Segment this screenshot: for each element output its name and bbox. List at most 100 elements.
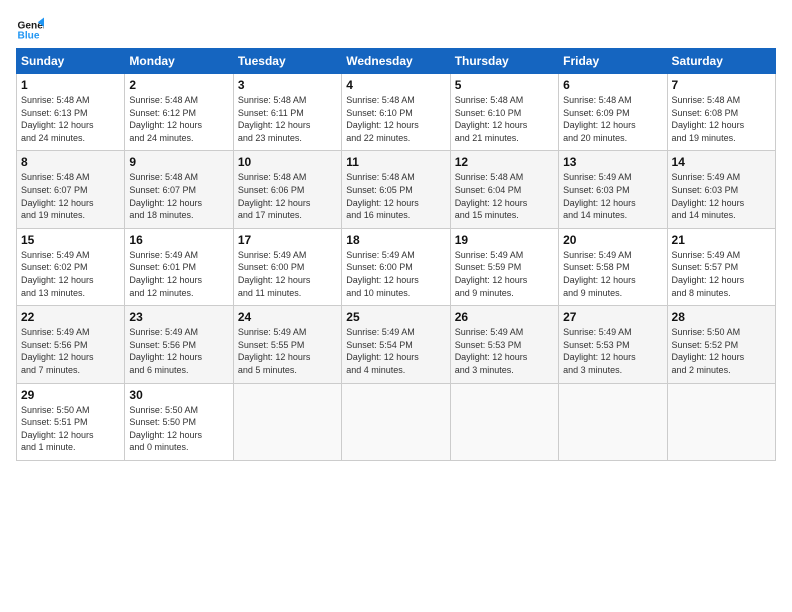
weekday-header-cell: Sunday: [17, 49, 125, 74]
day-info: Sunrise: 5:48 AM Sunset: 6:07 PM Dayligh…: [129, 171, 228, 221]
calendar-week-row: 22 Sunrise: 5:49 AM Sunset: 5:56 PM Dayli…: [17, 306, 776, 383]
day-number: 19: [455, 233, 554, 247]
day-info: Sunrise: 5:48 AM Sunset: 6:08 PM Dayligh…: [672, 94, 771, 144]
day-number: 10: [238, 155, 337, 169]
day-info: Sunrise: 5:49 AM Sunset: 6:03 PM Dayligh…: [563, 171, 662, 221]
weekday-header-cell: Monday: [125, 49, 233, 74]
day-info: Sunrise: 5:48 AM Sunset: 6:10 PM Dayligh…: [455, 94, 554, 144]
day-info: Sunrise: 5:50 AM Sunset: 5:50 PM Dayligh…: [129, 404, 228, 454]
day-number: 13: [563, 155, 662, 169]
day-number: 23: [129, 310, 228, 324]
day-number: 2: [129, 78, 228, 92]
calendar-day-cell: 24 Sunrise: 5:49 AM Sunset: 5:55 PM Dayli…: [233, 306, 341, 383]
day-info: Sunrise: 5:50 AM Sunset: 5:51 PM Dayligh…: [21, 404, 120, 454]
calendar-day-cell: 16Sunrise: 5:49 AM Sunset: 6:01 PM Dayli…: [125, 228, 233, 305]
calendar-day-cell: 27Sunrise: 5:49 AM Sunset: 5:53 PM Dayli…: [559, 306, 667, 383]
logo: General Blue: [16, 16, 44, 44]
day-info: Sunrise: 5:48 AM Sunset: 6:04 PM Dayligh…: [455, 171, 554, 221]
calendar-day-cell: [233, 383, 341, 460]
day-number: 25: [346, 310, 445, 324]
day-info: Sunrise: 5:48 AM Sunset: 6:05 PM Dayligh…: [346, 171, 445, 221]
day-number: 28: [672, 310, 771, 324]
day-number: 5: [455, 78, 554, 92]
day-number: 4: [346, 78, 445, 92]
weekday-header-cell: Friday: [559, 49, 667, 74]
calendar-day-cell: 1 Sunrise: 5:48 AM Sunset: 6:13 PM Daylig…: [17, 74, 125, 151]
calendar-day-cell: 20Sunrise: 5:49 AM Sunset: 5:58 PM Dayli…: [559, 228, 667, 305]
day-info: Sunrise: 5:49 AM Sunset: 6:00 PM Dayligh…: [238, 249, 337, 299]
day-number: 14: [672, 155, 771, 169]
calendar-day-cell: 30 Sunrise: 5:50 AM Sunset: 5:50 PM Dayli…: [125, 383, 233, 460]
calendar-day-cell: 23 Sunrise: 5:49 AM Sunset: 5:56 PM Dayli…: [125, 306, 233, 383]
weekday-header-cell: Tuesday: [233, 49, 341, 74]
day-info: Sunrise: 5:48 AM Sunset: 6:07 PM Dayligh…: [21, 171, 120, 221]
weekday-header-row: SundayMondayTuesdayWednesdayThursdayFrid…: [17, 49, 776, 74]
day-number: 18: [346, 233, 445, 247]
calendar-day-cell: 19Sunrise: 5:49 AM Sunset: 5:59 PM Dayli…: [450, 228, 558, 305]
calendar-day-cell: 18 Sunrise: 5:49 AM Sunset: 6:00 PM Dayli…: [342, 228, 450, 305]
day-info: Sunrise: 5:49 AM Sunset: 6:03 PM Dayligh…: [672, 171, 771, 221]
day-number: 3: [238, 78, 337, 92]
calendar-day-cell: 28 Sunrise: 5:50 AM Sunset: 5:52 PM Dayli…: [667, 306, 775, 383]
calendar-day-cell: 15 Sunrise: 5:49 AM Sunset: 6:02 PM Dayli…: [17, 228, 125, 305]
calendar-day-cell: 11Sunrise: 5:48 AM Sunset: 6:05 PM Dayli…: [342, 151, 450, 228]
day-number: 22: [21, 310, 120, 324]
day-number: 12: [455, 155, 554, 169]
page-header: General Blue: [16, 16, 776, 44]
calendar-day-cell: 13 Sunrise: 5:49 AM Sunset: 6:03 PM Dayli…: [559, 151, 667, 228]
calendar-day-cell: 12 Sunrise: 5:48 AM Sunset: 6:04 PM Dayli…: [450, 151, 558, 228]
calendar-day-cell: 22 Sunrise: 5:49 AM Sunset: 5:56 PM Dayli…: [17, 306, 125, 383]
calendar-week-row: 8 Sunrise: 5:48 AM Sunset: 6:07 PM Daylig…: [17, 151, 776, 228]
day-info: Sunrise: 5:48 AM Sunset: 6:12 PM Dayligh…: [129, 94, 228, 144]
day-number: 21: [672, 233, 771, 247]
day-info: Sunrise: 5:49 AM Sunset: 5:53 PM Dayligh…: [455, 326, 554, 376]
calendar-day-cell: 2 Sunrise: 5:48 AM Sunset: 6:12 PM Daylig…: [125, 74, 233, 151]
day-info: Sunrise: 5:49 AM Sunset: 5:57 PM Dayligh…: [672, 249, 771, 299]
calendar-day-cell: 6 Sunrise: 5:48 AM Sunset: 6:09 PM Daylig…: [559, 74, 667, 151]
day-info: Sunrise: 5:49 AM Sunset: 5:56 PM Dayligh…: [21, 326, 120, 376]
day-number: 27: [563, 310, 662, 324]
calendar-day-cell: 10 Sunrise: 5:48 AM Sunset: 6:06 PM Dayli…: [233, 151, 341, 228]
day-info: Sunrise: 5:49 AM Sunset: 5:56 PM Dayligh…: [129, 326, 228, 376]
day-number: 8: [21, 155, 120, 169]
day-number: 7: [672, 78, 771, 92]
calendar-day-cell: 14 Sunrise: 5:49 AM Sunset: 6:03 PM Dayli…: [667, 151, 775, 228]
weekday-header-cell: Wednesday: [342, 49, 450, 74]
calendar-day-cell: 4 Sunrise: 5:48 AM Sunset: 6:10 PM Daylig…: [342, 74, 450, 151]
day-info: Sunrise: 5:48 AM Sunset: 6:09 PM Dayligh…: [563, 94, 662, 144]
day-info: Sunrise: 5:49 AM Sunset: 6:00 PM Dayligh…: [346, 249, 445, 299]
day-number: 30: [129, 388, 228, 402]
day-info: Sunrise: 5:50 AM Sunset: 5:52 PM Dayligh…: [672, 326, 771, 376]
day-info: Sunrise: 5:48 AM Sunset: 6:11 PM Dayligh…: [238, 94, 337, 144]
day-number: 6: [563, 78, 662, 92]
calendar-day-cell: 25Sunrise: 5:49 AM Sunset: 5:54 PM Dayli…: [342, 306, 450, 383]
day-info: Sunrise: 5:49 AM Sunset: 5:58 PM Dayligh…: [563, 249, 662, 299]
day-number: 9: [129, 155, 228, 169]
day-info: Sunrise: 5:49 AM Sunset: 6:01 PM Dayligh…: [129, 249, 228, 299]
day-info: Sunrise: 5:48 AM Sunset: 6:10 PM Dayligh…: [346, 94, 445, 144]
day-info: Sunrise: 5:48 AM Sunset: 6:13 PM Dayligh…: [21, 94, 120, 144]
calendar-day-cell: 8 Sunrise: 5:48 AM Sunset: 6:07 PM Daylig…: [17, 151, 125, 228]
calendar-day-cell: 29 Sunrise: 5:50 AM Sunset: 5:51 PM Dayli…: [17, 383, 125, 460]
calendar-day-cell: 3 Sunrise: 5:48 AM Sunset: 6:11 PM Daylig…: [233, 74, 341, 151]
day-info: Sunrise: 5:49 AM Sunset: 6:02 PM Dayligh…: [21, 249, 120, 299]
day-info: Sunrise: 5:48 AM Sunset: 6:06 PM Dayligh…: [238, 171, 337, 221]
calendar-day-cell: 26Sunrise: 5:49 AM Sunset: 5:53 PM Dayli…: [450, 306, 558, 383]
day-number: 1: [21, 78, 120, 92]
calendar-day-cell: 9 Sunrise: 5:48 AM Sunset: 6:07 PM Daylig…: [125, 151, 233, 228]
calendar-day-cell: 5 Sunrise: 5:48 AM Sunset: 6:10 PM Daylig…: [450, 74, 558, 151]
svg-text:Blue: Blue: [18, 31, 40, 42]
day-info: Sunrise: 5:49 AM Sunset: 5:55 PM Dayligh…: [238, 326, 337, 376]
day-number: 17: [238, 233, 337, 247]
calendar-table: SundayMondayTuesdayWednesdayThursdayFrid…: [16, 48, 776, 461]
weekday-header-cell: Thursday: [450, 49, 558, 74]
calendar-day-cell: 7 Sunrise: 5:48 AM Sunset: 6:08 PM Daylig…: [667, 74, 775, 151]
calendar-week-row: 29 Sunrise: 5:50 AM Sunset: 5:51 PM Dayli…: [17, 383, 776, 460]
calendar-day-cell: [667, 383, 775, 460]
calendar-week-row: 15 Sunrise: 5:49 AM Sunset: 6:02 PM Dayli…: [17, 228, 776, 305]
day-number: 24: [238, 310, 337, 324]
calendar-day-cell: [342, 383, 450, 460]
day-number: 29: [21, 388, 120, 402]
day-number: 15: [21, 233, 120, 247]
calendar-week-row: 1 Sunrise: 5:48 AM Sunset: 6:13 PM Daylig…: [17, 74, 776, 151]
